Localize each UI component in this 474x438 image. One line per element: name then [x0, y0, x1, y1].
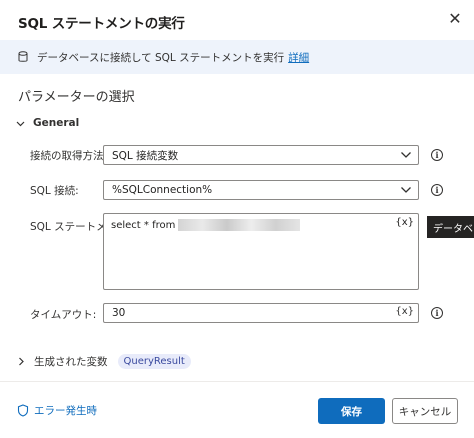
cancel-button[interactable]: キャンセル: [392, 398, 458, 424]
method-label: 接続の取得方法:: [30, 150, 108, 162]
timeout-value: 30: [112, 307, 126, 319]
dialog-title: SQL ステートメントの実行: [18, 16, 185, 32]
close-icon[interactable]: ✕: [444, 8, 466, 30]
statement-text: select * from: [111, 220, 176, 231]
save-button[interactable]: 保存: [318, 398, 385, 424]
info-icon[interactable]: i: [431, 149, 443, 161]
variable-picker-button[interactable]: {x}: [395, 217, 414, 228]
info-icon[interactable]: i: [431, 184, 443, 196]
timeout-input[interactable]: 30 {x}: [103, 303, 419, 323]
group-label: General: [33, 117, 80, 129]
info-icon[interactable]: i: [431, 307, 443, 319]
redacted-text: [178, 219, 301, 231]
info-banner: データベースに接続して SQL ステートメントを実行 詳細: [0, 40, 474, 74]
variable-pill[interactable]: QueryResult: [117, 354, 191, 369]
section-title: パラメーターの選択: [18, 90, 135, 105]
chevron-right-icon[interactable]: [17, 357, 25, 366]
on-error-label: エラー発生時: [34, 405, 97, 417]
general-group-toggle[interactable]: General: [16, 117, 79, 129]
produced-label: 生成された変数: [34, 356, 108, 368]
connection-label: SQL 接続:: [30, 185, 79, 197]
footer-divider: [0, 381, 474, 382]
produced-variables: 生成された変数 QueryResult: [17, 354, 191, 369]
on-error-link[interactable]: エラー発生時: [17, 403, 97, 418]
statement-textarea[interactable]: select * from {x}: [103, 213, 419, 290]
tooltip: データベース: [427, 216, 474, 238]
method-value: SQL 接続変数: [112, 149, 179, 162]
details-link[interactable]: 詳細: [288, 50, 309, 65]
chevron-down-icon: [401, 187, 411, 193]
method-dropdown[interactable]: SQL 接続変数: [103, 145, 419, 165]
variable-picker-button[interactable]: {x}: [395, 306, 414, 317]
banner-text: データベースに接続して SQL ステートメントを実行: [37, 51, 285, 64]
shield-icon: [17, 404, 29, 417]
chevron-down-icon: [16, 121, 25, 126]
connection-value: %SQLConnection%: [112, 184, 213, 196]
connection-dropdown[interactable]: %SQLConnection%: [103, 180, 419, 200]
database-icon: [18, 51, 28, 62]
timeout-label: タイムアウト:: [30, 309, 97, 321]
chevron-down-icon: [401, 152, 411, 158]
